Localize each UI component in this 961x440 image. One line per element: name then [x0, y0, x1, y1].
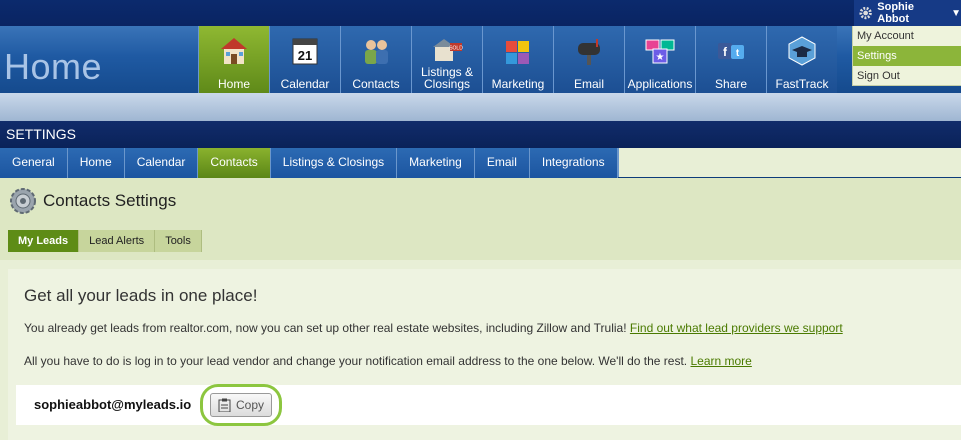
- house-icon: [221, 38, 247, 64]
- tab-calendar[interactable]: Calendar: [124, 148, 199, 178]
- lead-email-row: sophieabbot@myleads.io Copy: [16, 384, 961, 426]
- social-icon: f t: [718, 43, 744, 59]
- svg-text:21: 21: [298, 48, 312, 63]
- header-banner: [0, 93, 961, 121]
- settings-subnav: General Home Calendar Contacts Listings …: [0, 148, 961, 178]
- tab-tools[interactable]: Tools: [155, 230, 202, 252]
- nav-label: Share: [714, 77, 748, 91]
- nav-item-email[interactable]: Email: [553, 26, 624, 93]
- user-menu[interactable]: Sophie Abbot ▼: [854, 0, 961, 26]
- user-dropdown: My Account Settings Sign Out: [852, 26, 961, 86]
- header: Home Home 21 Calendar Contacts SOLD List…: [0, 26, 961, 93]
- top-bar: [0, 0, 961, 26]
- menu-item-settings[interactable]: Settings: [853, 46, 961, 66]
- puzzle-icon: [506, 41, 529, 64]
- svg-text:SOLD: SOLD: [449, 46, 463, 52]
- nav-item-contacts[interactable]: Contacts: [340, 26, 411, 93]
- mailbox-icon: [578, 39, 600, 65]
- gear-icon: [859, 6, 872, 20]
- tab-marketing[interactable]: Marketing: [397, 148, 475, 178]
- people-icon: [365, 40, 388, 64]
- contacts-tabs: My Leads Lead Alerts Tools: [8, 230, 202, 252]
- menu-item-sign-out[interactable]: Sign Out: [853, 66, 961, 86]
- svg-text:★: ★: [656, 52, 665, 63]
- nav-label: FastTrack: [775, 77, 829, 91]
- sold-house-icon: SOLD: [433, 39, 463, 61]
- my-leads-card: Get all your leads in one place! You alr…: [8, 269, 961, 440]
- main-nav: Home 21 Calendar Contacts SOLD Listings …: [198, 26, 837, 93]
- tab-general[interactable]: General: [0, 148, 68, 178]
- intro-paragraph: You already get leads from realtor.com, …: [24, 321, 843, 335]
- nav-item-applications[interactable]: ★ Applications: [624, 26, 695, 93]
- nav-label: Contacts: [352, 77, 400, 91]
- instructions-text: All you have to do is log in to your lea…: [24, 354, 688, 368]
- calendar-icon: 21: [292, 38, 318, 65]
- clipboard-icon: [218, 398, 231, 412]
- tab-listings-closings[interactable]: Listings & Closings: [270, 148, 398, 178]
- lead-providers-link[interactable]: Find out what lead providers we support: [630, 321, 843, 335]
- tab-email[interactable]: Email: [474, 148, 530, 178]
- copy-button[interactable]: Copy: [210, 393, 272, 417]
- tab-integrations[interactable]: Integrations: [529, 148, 618, 178]
- tab-contacts[interactable]: Contacts: [198, 148, 271, 178]
- nav-label: Calendar: [280, 77, 330, 91]
- graduation-cap-icon: [788, 36, 816, 66]
- tab-lead-alerts[interactable]: Lead Alerts: [79, 230, 156, 252]
- learn-more-link[interactable]: Learn more: [690, 354, 751, 368]
- subnav-filler: [617, 148, 961, 177]
- contacts-settings-header: Contacts Settings My Leads Lead Alerts T…: [0, 178, 961, 260]
- settings-gear-icon: [10, 188, 36, 214]
- settings-bar: SETTINGS: [0, 121, 961, 148]
- menu-item-my-account[interactable]: My Account: [853, 26, 961, 46]
- tab-my-leads[interactable]: My Leads: [8, 230, 80, 252]
- page-title: Home: [4, 46, 103, 87]
- nav-label: Email: [573, 77, 604, 91]
- user-name: Sophie Abbot: [877, 1, 914, 25]
- nav-label: Home: [217, 77, 250, 91]
- card-heading: Get all your leads in one place!: [24, 286, 258, 305]
- instructions-paragraph: All you have to do is log in to your lea…: [24, 354, 752, 368]
- nav-item-listings[interactable]: SOLD Listings & Closings: [411, 26, 482, 93]
- section-title: Contacts Settings: [43, 191, 177, 210]
- nav-label: Listings & Closings: [420, 65, 474, 91]
- apps-icon: ★: [645, 39, 675, 64]
- nav-item-share[interactable]: f t Share: [695, 26, 766, 93]
- chevron-down-icon: ▼: [951, 7, 961, 19]
- copy-label: Copy: [235, 398, 264, 412]
- nav-item-marketing[interactable]: Marketing: [482, 26, 553, 93]
- nav-item-home[interactable]: Home: [198, 26, 269, 93]
- tab-home[interactable]: Home: [67, 148, 125, 178]
- nav-label: Marketing: [491, 77, 545, 91]
- intro-text: You already get leads from realtor.com, …: [24, 321, 627, 335]
- lead-email-address: sophieabbot@myleads.io: [34, 397, 192, 412]
- nav-item-fasttrack[interactable]: FastTrack: [766, 26, 837, 93]
- nav-label: Applications: [627, 77, 693, 91]
- nav-item-calendar[interactable]: 21 Calendar: [269, 26, 340, 93]
